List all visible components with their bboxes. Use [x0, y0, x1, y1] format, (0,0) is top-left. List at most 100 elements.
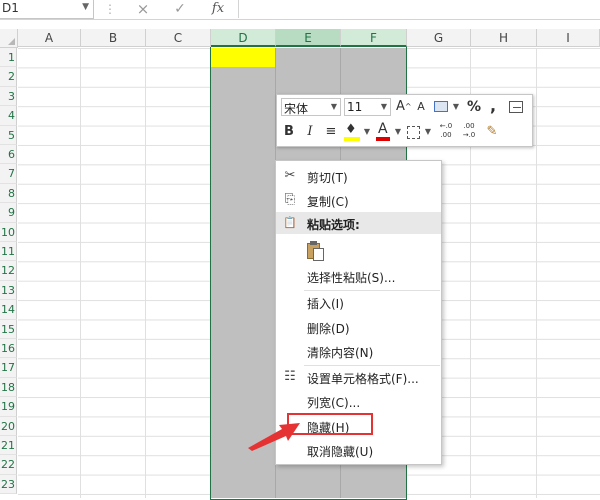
format-as-table-icon[interactable] [434, 98, 450, 116]
chevron-down-icon[interactable]: ▼ [363, 123, 371, 141]
center-align-button[interactable]: ≡ [323, 123, 339, 141]
row-header-22[interactable]: 22 [0, 455, 17, 475]
row-header-15[interactable]: 15 [0, 319, 17, 339]
table-icon [434, 101, 448, 112]
clipboard-page [313, 248, 324, 261]
row-header-2[interactable]: 2 [0, 67, 17, 87]
chevron-down-icon[interactable]: ▼ [424, 123, 432, 141]
increase-decimal-label: ←.0 .00 [439, 122, 453, 139]
select-all-corner[interactable] [0, 29, 18, 48]
font-size-value: 11 [347, 100, 363, 114]
grow-font-button[interactable]: A^ [396, 98, 412, 116]
menu-item-paste-special[interactable]: 选择性粘贴(S)... [276, 265, 441, 287]
enter-icon[interactable]: ✓ [170, 0, 190, 18]
column-header-i[interactable]: I [537, 29, 600, 47]
menu-item-clear-contents[interactable]: 清除内容(N) [276, 340, 441, 362]
clipboard-clip [310, 241, 317, 245]
column-header-g[interactable]: G [407, 29, 471, 47]
name-box-value: D1 [2, 1, 19, 15]
menu-item-delete[interactable]: 删除(D) [276, 316, 441, 338]
row-header-21[interactable]: 21 [0, 436, 17, 456]
column-header-b[interactable]: B [81, 29, 146, 47]
font-name-select[interactable]: 宋体 ▼ [281, 98, 341, 116]
row-header-5[interactable]: 5 [0, 125, 17, 145]
column-gridline [536, 48, 537, 498]
row-header-4[interactable]: 4 [0, 106, 17, 126]
name-box[interactable]: D1 ▼ [0, 0, 94, 19]
format-cells-icon: ☷ [284, 369, 296, 384]
paste-icon: 📋 [283, 216, 297, 229]
row-header-23[interactable]: 23 [0, 474, 17, 495]
chevron-down-icon: ▼ [380, 102, 387, 111]
row-header-14[interactable]: 14 [0, 300, 17, 320]
increase-decimal-button[interactable]: ←.0 .00 [437, 122, 455, 140]
formula-bar: D1 ▼ ⋮ × ✓ fx [0, 0, 600, 20]
row-header-3[interactable]: 3 [0, 86, 17, 107]
arrow-shape [248, 423, 300, 451]
row-header-7[interactable]: 7 [0, 164, 17, 184]
row-header-13[interactable]: 13 [0, 280, 17, 301]
grow-font-label: A [396, 99, 405, 114]
wrap-line [513, 107, 521, 108]
shrink-font-button[interactable]: A [414, 98, 428, 116]
font-color-button[interactable]: A [375, 121, 391, 141]
menu-item-label: 取消隐藏(U) [307, 445, 374, 459]
chevron-down-icon[interactable]: ▼ [452, 98, 460, 116]
font-name-value: 宋体 [284, 102, 309, 116]
border-box-icon [407, 126, 420, 139]
wrap-text-icon[interactable] [508, 98, 525, 116]
row-header-20[interactable]: 20 [0, 416, 17, 436]
menu-item-format-cells[interactable]: ☷ 设置单元格格式(F)... [276, 366, 441, 388]
annotation-arrow-icon [248, 423, 300, 451]
menu-item-insert[interactable]: 插入(I) [276, 291, 441, 313]
chevron-down-icon: ▼ [330, 102, 337, 111]
column-header-h[interactable]: H [471, 29, 537, 47]
percent-style-button[interactable]: % [467, 98, 481, 116]
row-header-12[interactable]: 12 [0, 261, 17, 281]
row-header-17[interactable]: 17 [0, 358, 17, 378]
row-header-6[interactable]: 6 [0, 145, 17, 165]
row-header-1[interactable]: 1 [0, 48, 17, 68]
row-header-9[interactable]: 9 [0, 203, 17, 223]
row-header-16[interactable]: 16 [0, 339, 17, 359]
row-header-8[interactable]: 8 [0, 183, 17, 204]
paste-clipboard-icon[interactable] [307, 241, 325, 261]
decrease-decimal-label: .00 →.0 [462, 122, 476, 139]
cancel-icon[interactable]: × [133, 0, 153, 18]
grow-font-caret: ^ [404, 102, 412, 111]
decrease-decimal-button[interactable]: .00 →.0 [460, 122, 478, 140]
font-color-swatch [376, 137, 390, 141]
menu-item-label: 剪切(T) [307, 171, 348, 185]
menu-item-label: 设置单元格格式(F)... [307, 372, 419, 386]
fill-color-button[interactable]: ♦ [343, 122, 361, 141]
menu-item-label: 清除内容(N) [307, 346, 374, 360]
column-header-d[interactable]: D [211, 29, 276, 47]
fill-color-swatch [344, 137, 360, 141]
column-header-f[interactable]: F [341, 29, 407, 47]
bold-button[interactable]: B [282, 123, 296, 141]
menu-item-column-width[interactable]: 列宽(C)... [276, 390, 441, 412]
column-header-a[interactable]: A [18, 29, 81, 47]
format-painter-icon[interactable]: ✎ [484, 123, 500, 141]
borders-icon[interactable] [406, 123, 422, 141]
font-size-select[interactable]: 11 ▼ [344, 98, 391, 116]
comma-style-button[interactable]: , [488, 97, 498, 115]
column-header-c[interactable]: C [146, 29, 211, 47]
formula-input[interactable] [238, 0, 600, 18]
menu-item-cut[interactable]: ✂ 剪切(T) [276, 165, 441, 187]
italic-button[interactable]: I [303, 123, 317, 141]
chevron-down-icon[interactable]: ▼ [82, 2, 89, 12]
insert-function-icon[interactable]: fx [207, 0, 229, 18]
menu-item-label: 删除(D) [307, 322, 350, 336]
column-gridline [145, 48, 146, 498]
chevron-down-icon[interactable]: ▼ [394, 123, 402, 141]
column-header-e[interactable]: E [276, 29, 341, 47]
row-header-11[interactable]: 11 [0, 242, 17, 262]
column-gridline [80, 48, 81, 498]
menu-item-label: 插入(I) [307, 297, 344, 311]
row-header-18[interactable]: 18 [0, 377, 17, 398]
menu-item-copy[interactable]: ⎘ 复制(C) [276, 189, 441, 211]
row-header-19[interactable]: 19 [0, 397, 17, 417]
row-header-10[interactable]: 10 [0, 222, 17, 242]
paste-options-header: 📋 粘贴选项: [276, 212, 441, 234]
